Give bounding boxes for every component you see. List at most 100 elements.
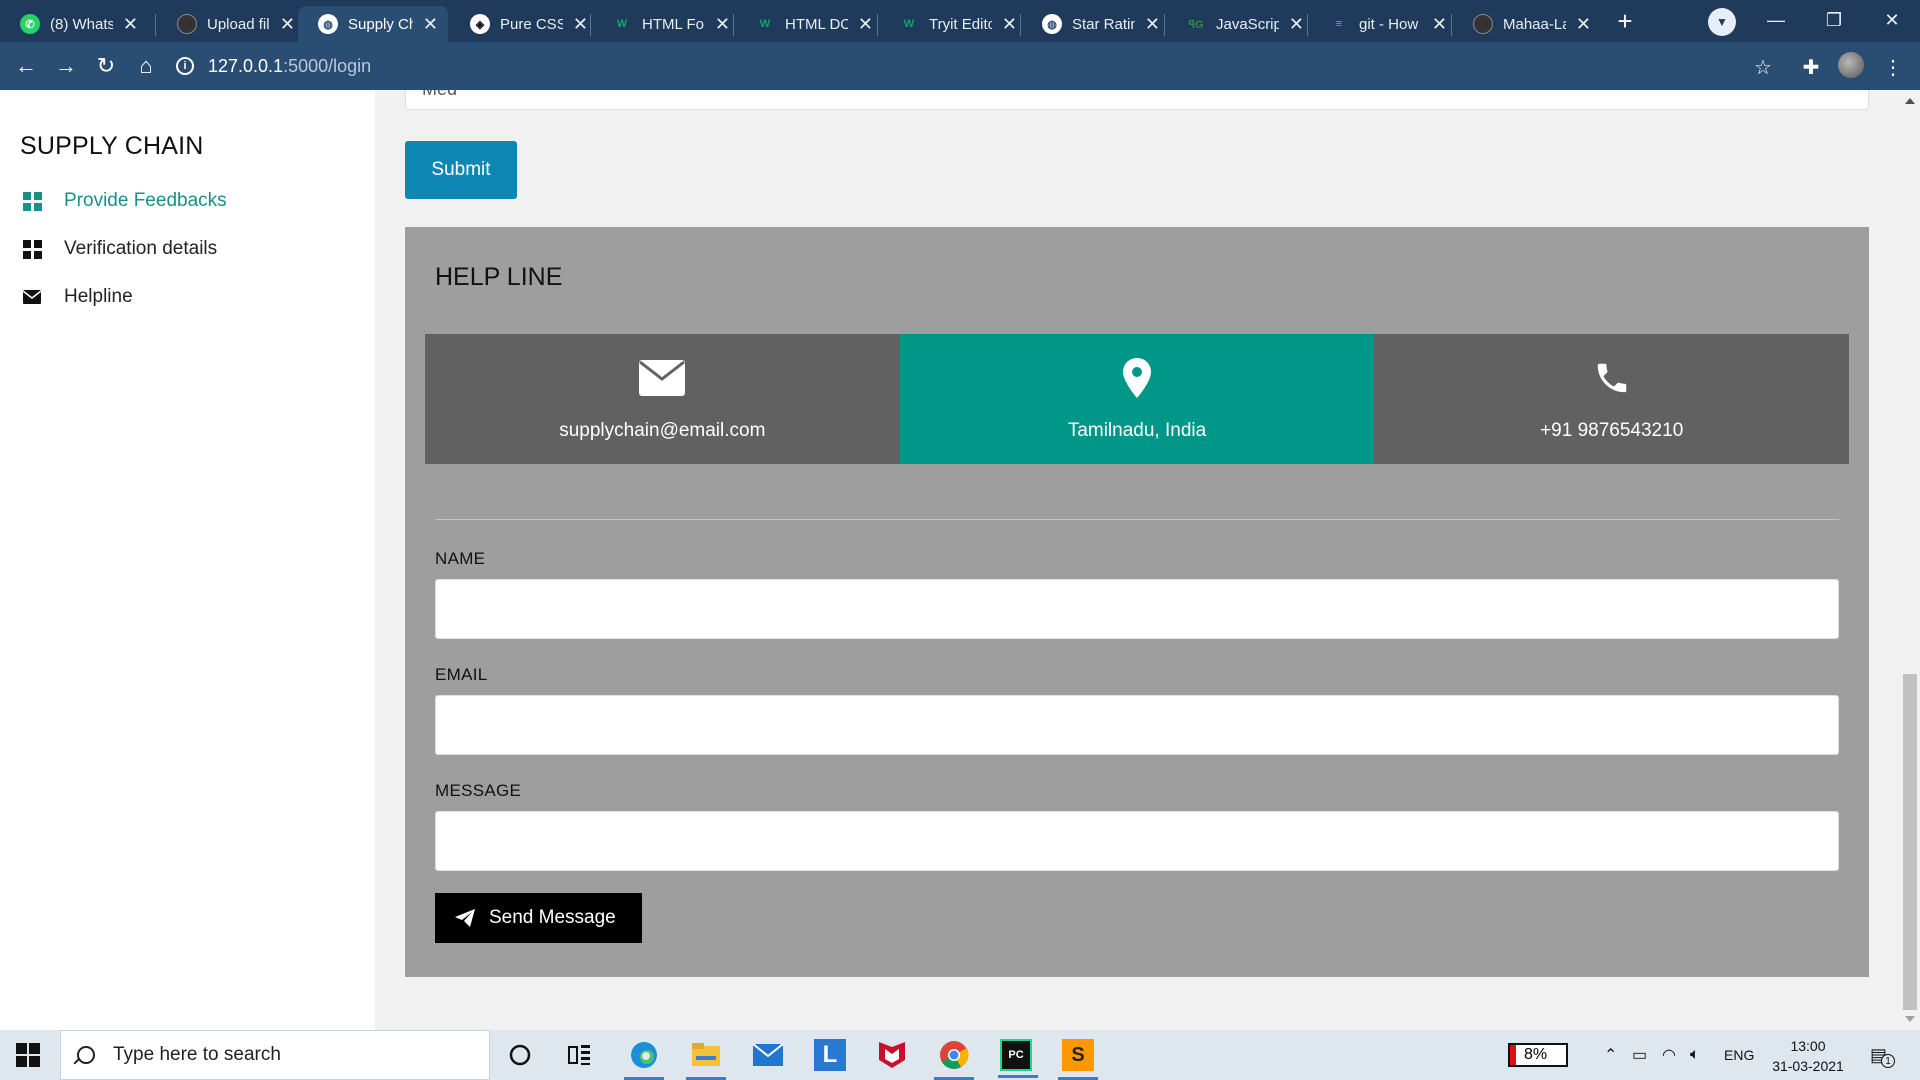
contact-card-email: supplychain@email.com	[425, 334, 900, 464]
back-icon[interactable]: ←	[12, 52, 40, 80]
contact-email-text: supplychain@email.com	[559, 420, 766, 441]
scrollbar-thumb[interactable]	[1903, 674, 1917, 1010]
tab-supply-chain[interactable]: ◍ Supply Chain ✕	[298, 6, 448, 42]
email-label: EMAIL	[435, 665, 488, 684]
volume-icon[interactable]: 🔈︎	[1690, 1030, 1700, 1080]
restore-icon[interactable]: ❐	[1806, 4, 1862, 36]
show-hidden-icons-icon[interactable]: ⌃	[1604, 1030, 1617, 1080]
mcafee-icon[interactable]	[876, 1039, 908, 1071]
sidebar-item-label: Helpline	[64, 286, 133, 307]
tab-upload-files[interactable]: Upload files ✕	[157, 6, 305, 42]
tab-separator	[155, 14, 156, 36]
sublime-text-icon[interactable]: S	[1058, 1039, 1098, 1080]
close-tab-icon[interactable]: ✕	[280, 14, 295, 35]
page-scrollbar[interactable]	[1900, 90, 1920, 1030]
close-tab-icon[interactable]: ✕	[1289, 14, 1304, 35]
tab-separator	[1164, 14, 1165, 36]
close-tab-icon[interactable]: ✕	[715, 14, 730, 35]
tab-pure-css[interactable]: ◈ Pure CSS ✕	[450, 6, 598, 42]
name-input[interactable]	[435, 579, 1839, 639]
github-icon	[1473, 14, 1493, 34]
close-tab-icon[interactable]: ✕	[573, 14, 588, 35]
notification-count: 1	[1881, 1054, 1896, 1068]
new-tab-button[interactable]: +	[1608, 6, 1642, 36]
tab-star-rating[interactable]: ◍ Star Rating ✕	[1022, 6, 1170, 42]
browser-tabstrip: ✆ (8) WhatsApp ✕ Upload files ✕ ◍ Supply…	[0, 0, 1920, 42]
taskbar-search-box[interactable]: Type here to search	[60, 1030, 490, 1080]
pycharm-icon[interactable]: PC	[998, 1039, 1038, 1078]
reload-icon[interactable]: ↻	[92, 52, 120, 80]
extensions-icon[interactable]: ✚	[1798, 54, 1824, 80]
window-close-icon[interactable]: ✕	[1864, 4, 1920, 36]
brand-title: SUPPLY CHAIN	[20, 132, 204, 160]
edge-icon[interactable]	[624, 1039, 664, 1080]
submit-button[interactable]: Submit	[405, 141, 517, 199]
close-tab-icon[interactable]: ✕	[1145, 14, 1160, 35]
geeksforgeeks-icon: ꟼG	[1188, 18, 1204, 31]
globe-icon: ◍	[1042, 14, 1062, 34]
github-icon	[177, 14, 197, 34]
w3schools-icon: W	[616, 18, 628, 30]
app-l-icon[interactable]: L	[814, 1039, 846, 1071]
name-label: NAME	[435, 549, 486, 568]
codepen-icon: ◈	[470, 14, 490, 34]
email-input[interactable]	[435, 695, 1839, 755]
sidebar: SUPPLY CHAIN Provide Feedbacks Verificat…	[0, 90, 375, 1030]
windows-start-icon[interactable]	[16, 1043, 40, 1067]
tab-separator	[733, 14, 734, 36]
tab-mahaa[interactable]: Mahaa-La ✕	[1453, 6, 1601, 42]
message-label: MESSAGE	[435, 781, 522, 800]
profile-avatar[interactable]	[1838, 52, 1864, 78]
site-info-icon[interactable]: i	[176, 57, 194, 75]
tab-search-icon[interactable]: ▼	[1708, 8, 1736, 36]
tab-tryit-editor[interactable]: W Tryit Editor ✕	[879, 6, 1027, 42]
clock-time: 13:00	[1790, 1038, 1826, 1054]
forward-icon[interactable]: →	[52, 52, 80, 80]
close-tab-icon[interactable]: ✕	[423, 14, 438, 35]
minimize-icon[interactable]: —	[1748, 4, 1804, 36]
sidebar-item-verification-details[interactable]: Verification details	[20, 238, 217, 260]
search-placeholder: Type here to search	[113, 1044, 281, 1065]
close-tab-icon[interactable]: ✕	[123, 14, 138, 35]
page-viewport: SUPPLY CHAIN Provide Feedbacks Verificat…	[0, 90, 1920, 1030]
battery-indicator[interactable]: 8%	[1508, 1043, 1568, 1067]
message-input[interactable]	[435, 811, 1839, 871]
contact-card-phone: +91 9876543210	[1374, 334, 1850, 464]
task-view-icon[interactable]	[564, 1039, 596, 1071]
tab-javascript[interactable]: ꟼG JavaScript ✕	[1166, 6, 1314, 42]
tab-html-dom[interactable]: W HTML DOM ✕	[735, 6, 883, 42]
close-tab-icon[interactable]: ✕	[1002, 14, 1017, 35]
contact-card-location: Tamilnadu, India	[899, 334, 1375, 464]
chrome-icon[interactable]	[934, 1039, 974, 1080]
home-icon[interactable]: ⌂	[132, 52, 160, 80]
contact-location-text: Tamilnadu, India	[1067, 420, 1207, 441]
tab-whatsapp[interactable]: ✆ (8) WhatsApp ✕	[0, 6, 148, 42]
language-indicator[interactable]: ENG	[1724, 1030, 1754, 1080]
bookmark-star-icon[interactable]: ☆	[1750, 54, 1776, 80]
tab-html-form[interactable]: W HTML Form ✕	[592, 6, 740, 42]
tab-git-how[interactable]: ≡ git - How ✕	[1309, 6, 1457, 42]
mail-icon[interactable]	[752, 1039, 784, 1071]
address-bar[interactable]: i 127.0.0.1 :5000/login	[176, 48, 1776, 84]
send-message-button[interactable]: Send Message	[435, 893, 642, 943]
sidebar-item-provide-feedbacks[interactable]: Provide Feedbacks	[20, 190, 227, 212]
menu-kebab-icon[interactable]: ⋮	[1880, 54, 1906, 80]
notifications-icon[interactable]: ▤ 1	[1870, 1030, 1896, 1080]
power-icon[interactable]: ▭	[1632, 1030, 1647, 1080]
dashboard-icon	[20, 239, 44, 259]
close-tab-icon[interactable]: ✕	[1432, 14, 1447, 35]
sidebar-item-helpline[interactable]: Helpline	[20, 286, 133, 308]
file-explorer-icon[interactable]	[686, 1039, 726, 1080]
close-tab-icon[interactable]: ✕	[858, 14, 873, 35]
url-path: :5000/login	[283, 55, 372, 76]
wifi-icon[interactable]: ◠	[1662, 1030, 1676, 1080]
scroll-up-icon[interactable]	[1905, 98, 1915, 104]
scroll-down-icon[interactable]	[1905, 1016, 1915, 1022]
paper-plane-icon	[455, 909, 475, 927]
cortana-icon[interactable]	[504, 1039, 536, 1071]
system-clock[interactable]: 13:00 31-03-2021	[1766, 1036, 1850, 1076]
tab-separator	[1451, 14, 1452, 36]
contact-phone-text: +91 9876543210	[1540, 420, 1684, 441]
previous-field-input[interactable]: Med	[405, 90, 1869, 110]
close-tab-icon[interactable]: ✕	[1576, 14, 1591, 35]
